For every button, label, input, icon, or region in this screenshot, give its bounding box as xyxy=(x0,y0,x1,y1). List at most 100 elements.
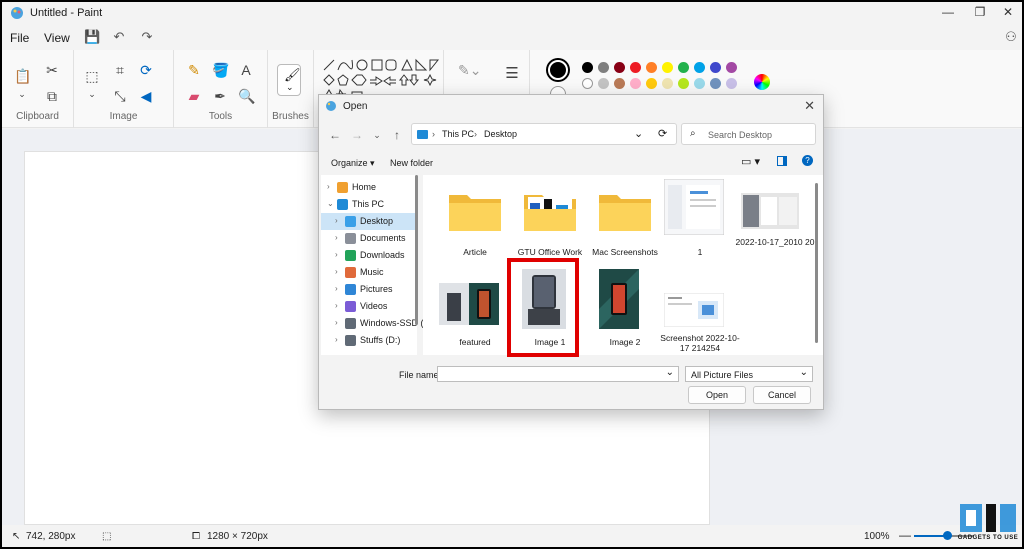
file-tile[interactable]: Article xyxy=(439,179,511,267)
dialog-close-icon[interactable]: ✕ xyxy=(804,98,815,114)
zoom-level[interactable]: 100% xyxy=(864,531,890,542)
nav-item[interactable]: › Stuffs (D:) xyxy=(321,332,415,349)
refresh-icon[interactable]: ⟳ xyxy=(658,127,667,140)
color-swatch[interactable] xyxy=(582,62,593,73)
file-tile[interactable]: Screenshot 2022-10-17 214254 xyxy=(660,269,740,357)
cut-icon[interactable]: ✂ xyxy=(44,62,60,78)
address-bar[interactable]: › This PC › Desktop ⌄ ⟳ xyxy=(411,123,677,145)
primary-color[interactable] xyxy=(548,60,568,80)
breadcrumb-desktop[interactable]: Desktop xyxy=(484,129,517,139)
save-icon[interactable]: 💾 xyxy=(84,30,100,44)
flip-icon[interactable]: ◀ xyxy=(138,88,154,104)
fill-icon[interactable]: 🪣 xyxy=(212,62,229,78)
select-dropdown-icon[interactable]: ⌄ xyxy=(84,86,100,102)
nav-item[interactable]: › Music xyxy=(321,264,415,281)
nav-item[interactable]: › Home xyxy=(321,179,415,196)
file-tile[interactable]: 2022-10-17_2010 20 xyxy=(736,179,814,267)
organize-button[interactable]: Organize ▾ xyxy=(331,158,375,169)
color-swatch[interactable] xyxy=(646,62,657,73)
zoom-out-icon[interactable]: — xyxy=(899,528,911,542)
file-tile[interactable]: Image 2 xyxy=(589,269,661,357)
nav-scrollbar[interactable] xyxy=(415,175,418,325)
crop-icon[interactable]: ⌗ xyxy=(112,62,128,78)
forward-icon[interactable]: → xyxy=(349,127,365,143)
up-icon[interactable]: ↑ xyxy=(389,127,405,143)
nav-item[interactable]: › Pictures xyxy=(321,281,415,298)
cancel-button[interactable]: Cancel xyxy=(753,386,811,404)
color-swatch[interactable] xyxy=(582,78,593,89)
size-icon[interactable]: ☰ xyxy=(504,66,520,82)
search-box[interactable]: ⌕ Search Desktop xyxy=(681,123,816,145)
restore-icon[interactable]: ❐ xyxy=(972,5,988,21)
color-swatch[interactable] xyxy=(598,62,609,73)
expand-chevron-icon[interactable]: › xyxy=(335,267,338,276)
view-options-icon[interactable]: ▭ ▾ xyxy=(741,155,760,168)
expand-chevron-icon[interactable]: › xyxy=(335,335,338,344)
paste-icon[interactable]: 📋 xyxy=(14,68,31,84)
paste-dropdown-icon[interactable]: ⌄ xyxy=(14,86,30,102)
color-picker-icon[interactable]: ✒ xyxy=(212,88,228,104)
file-type-select[interactable]: All Picture Files ⌄ xyxy=(685,366,813,382)
file-tile[interactable]: featured xyxy=(439,269,511,357)
menu-file[interactable]: File xyxy=(10,31,29,45)
menu-view[interactable]: View xyxy=(44,31,70,45)
color-swatch[interactable] xyxy=(630,78,641,89)
address-dropdown-icon[interactable]: ⌄ xyxy=(634,127,643,140)
expand-chevron-icon[interactable]: ⌄ xyxy=(327,199,334,208)
color-swatch[interactable] xyxy=(630,62,641,73)
recent-dropdown-icon[interactable]: ⌄ xyxy=(369,127,385,143)
color-swatch[interactable] xyxy=(726,62,737,73)
color-swatch[interactable] xyxy=(662,78,673,89)
preview-pane-icon[interactable] xyxy=(777,156,787,166)
file-name-dropdown-icon[interactable]: ⌄ xyxy=(666,367,674,378)
nav-item[interactable]: › Documents xyxy=(321,230,415,247)
color-swatch[interactable] xyxy=(678,62,689,73)
color-swatch[interactable] xyxy=(710,62,721,73)
color-swatch[interactable] xyxy=(614,62,625,73)
nav-item[interactable]: › Downloads xyxy=(321,247,415,264)
resize-icon[interactable]: ⤡ xyxy=(112,88,128,104)
pencil-icon[interactable]: ✎ xyxy=(186,62,202,78)
expand-chevron-icon[interactable]: › xyxy=(335,250,338,259)
color-swatch[interactable] xyxy=(662,62,673,73)
close-icon[interactable]: ✕ xyxy=(1000,5,1016,21)
undo-icon[interactable]: ↶ xyxy=(112,30,126,44)
minimize-icon[interactable]: — xyxy=(940,5,956,21)
copy-icon[interactable]: ⧉ xyxy=(44,88,60,104)
nav-item[interactable]: › Windows-SSD (C xyxy=(321,315,430,332)
edit-colors-icon[interactable] xyxy=(754,74,770,90)
file-list-scrollbar[interactable] xyxy=(815,183,818,343)
color-swatch[interactable] xyxy=(694,62,705,73)
color-swatch[interactable] xyxy=(614,78,625,89)
redo-icon[interactable]: ↷ xyxy=(140,30,154,44)
color-swatch[interactable] xyxy=(726,78,737,89)
expand-chevron-icon[interactable]: › xyxy=(327,182,330,191)
zoom-slider-thumb[interactable] xyxy=(943,531,952,540)
breadcrumb-this-pc[interactable]: This PC xyxy=(442,129,474,139)
text-icon[interactable]: A xyxy=(238,62,254,78)
back-icon[interactable]: ← xyxy=(327,127,343,143)
brushes-button[interactable]: 🖌 ⌄ xyxy=(277,64,301,96)
rotate-icon[interactable]: ⟳ xyxy=(138,62,154,78)
eraser-icon[interactable]: ▰ xyxy=(186,88,202,104)
select-icon[interactable]: ⬚ xyxy=(84,68,100,84)
nav-item[interactable]: › Desktop xyxy=(321,213,415,230)
expand-chevron-icon[interactable]: › xyxy=(335,216,338,225)
color-swatch[interactable] xyxy=(646,78,657,89)
share-icon[interactable]: ⚇ xyxy=(1004,30,1018,44)
new-folder-button[interactable]: New folder xyxy=(390,158,433,168)
nav-item[interactable]: ⌄ This PC xyxy=(321,196,415,213)
file-tile[interactable]: GTU Office Work xyxy=(514,179,586,267)
file-name-input[interactable]: ⌄ xyxy=(437,366,679,382)
magnifier-icon[interactable]: 🔍 xyxy=(238,88,255,104)
color-swatch[interactable] xyxy=(678,78,689,89)
expand-chevron-icon[interactable]: › xyxy=(335,318,338,327)
color-swatch[interactable] xyxy=(710,78,721,89)
color-swatch[interactable] xyxy=(598,78,609,89)
color-swatch[interactable] xyxy=(694,78,705,89)
expand-chevron-icon[interactable]: › xyxy=(335,301,338,310)
help-icon[interactable]: ? xyxy=(802,155,813,166)
file-tile[interactable]: 1 xyxy=(664,179,736,267)
open-button[interactable]: Open xyxy=(688,386,746,404)
nav-item[interactable]: › Videos xyxy=(321,298,415,315)
